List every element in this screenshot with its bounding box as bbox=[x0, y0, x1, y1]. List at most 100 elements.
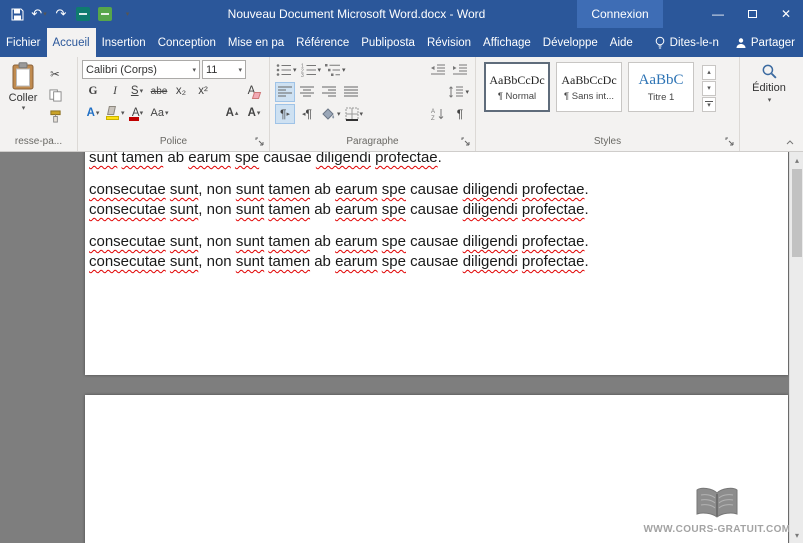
maximize-button[interactable] bbox=[735, 0, 769, 28]
tab-fichier[interactable]: Fichier bbox=[0, 28, 47, 57]
change-case-button[interactable]: Aa ▾ bbox=[150, 103, 170, 123]
subscript-button[interactable]: x₂ bbox=[171, 81, 191, 101]
show-marks-button[interactable]: ¶ bbox=[450, 104, 470, 124]
format-painter-button[interactable] bbox=[45, 107, 65, 125]
misspelled-word[interactable]: sunt bbox=[236, 201, 264, 218]
styles-gallery-more-button[interactable]: ▾ bbox=[702, 97, 716, 112]
misspelled-word[interactable]: sunt bbox=[236, 233, 264, 250]
tell-me-button[interactable]: Dites-le-n bbox=[646, 36, 727, 50]
scroll-up-button[interactable]: ▴ bbox=[790, 153, 803, 167]
misspelled-word[interactable]: tamen bbox=[268, 253, 310, 270]
misspelled-word[interactable]: spe bbox=[382, 181, 406, 198]
rtl-direction-button[interactable]: ◂ ¶ bbox=[297, 104, 317, 124]
collapse-ribbon-button[interactable] bbox=[783, 136, 797, 148]
multilevel-list-button[interactable]: ▾ bbox=[324, 60, 347, 80]
underline-button[interactable]: S ▾ bbox=[127, 81, 147, 101]
tab-revision[interactable]: Révision bbox=[421, 28, 477, 57]
customize-qat-button[interactable]: ▾ bbox=[118, 3, 136, 25]
styles-dialog-launcher[interactable] bbox=[724, 136, 735, 147]
misspelled-word[interactable]: profectae bbox=[522, 253, 585, 270]
tab-publipostage[interactable]: Publiposta bbox=[355, 28, 421, 57]
misspelled-word[interactable]: sunt bbox=[236, 181, 264, 198]
paragraph[interactable]: consecutae sunt, non sunt tamen ab earum… bbox=[89, 232, 668, 272]
undo-button[interactable]: ↶ ▾ bbox=[30, 3, 48, 25]
align-right-button[interactable] bbox=[319, 82, 339, 102]
misspelled-word[interactable]: sunt bbox=[170, 181, 198, 198]
misspelled-word[interactable]: tamen bbox=[268, 201, 310, 218]
bullets-button[interactable]: ▾ bbox=[275, 60, 298, 80]
paragraph-dialog-launcher[interactable] bbox=[460, 136, 471, 147]
misspelled-word[interactable]: earum bbox=[335, 233, 378, 250]
misspelled-word[interactable]: sunt bbox=[89, 152, 117, 166]
misspelled-word[interactable]: tamen bbox=[268, 233, 310, 250]
style-titre-1[interactable]: AaBbC Titre 1 bbox=[628, 62, 694, 112]
misspelled-word[interactable]: consecutae bbox=[89, 233, 166, 250]
grow-font-button[interactable]: A ▴ bbox=[222, 103, 242, 123]
misspelled-word[interactable]: sunt bbox=[170, 201, 198, 218]
scroll-down-button[interactable]: ▾ bbox=[790, 528, 803, 542]
copy-button[interactable] bbox=[45, 86, 65, 104]
paragraph[interactable]: sunt tamen ab earum spe causae diligendi… bbox=[89, 152, 668, 168]
tab-aide[interactable]: Aide bbox=[604, 28, 639, 57]
tab-reference[interactable]: Référence bbox=[290, 28, 355, 57]
misspelled-word[interactable]: profectae bbox=[522, 233, 585, 250]
misspelled-word[interactable]: tamen bbox=[122, 152, 164, 166]
misspelled-word[interactable]: diligendi bbox=[316, 152, 371, 166]
font-name-select[interactable]: Calibri (Corps) ▾ bbox=[82, 60, 200, 79]
misspelled-word[interactable]: diligendi bbox=[463, 181, 518, 198]
line-spacing-button[interactable]: ▾ bbox=[447, 82, 470, 102]
strikethrough-button[interactable]: abe bbox=[149, 81, 169, 101]
shading-button[interactable]: ▾ bbox=[319, 104, 342, 124]
tab-accueil[interactable]: Accueil bbox=[46, 28, 96, 57]
qat-addin-2-button[interactable] bbox=[96, 3, 114, 25]
redo-button[interactable]: ↷ bbox=[52, 3, 70, 25]
highlight-button[interactable]: ▾ bbox=[105, 103, 126, 123]
tab-conception[interactable]: Conception bbox=[152, 28, 222, 57]
misspelled-word[interactable]: profectae bbox=[522, 201, 585, 218]
misspelled-word[interactable]: diligendi bbox=[463, 233, 518, 250]
misspelled-word[interactable]: sunt bbox=[170, 233, 198, 250]
font-color-button[interactable]: A ▾ bbox=[128, 103, 148, 123]
misspelled-word[interactable]: consecutae bbox=[89, 253, 166, 270]
bold-button[interactable]: G bbox=[83, 81, 103, 101]
shrink-font-button[interactable]: A ▾ bbox=[244, 103, 264, 123]
misspelled-word[interactable]: profectae bbox=[375, 152, 438, 166]
editing-button[interactable]: Édition ▾ bbox=[742, 59, 796, 134]
minimize-button[interactable]: — bbox=[701, 0, 735, 28]
share-button[interactable]: Partager bbox=[727, 37, 803, 49]
misspelled-word[interactable]: earum bbox=[335, 181, 378, 198]
align-left-button[interactable] bbox=[275, 82, 295, 102]
tab-mise-en-page[interactable]: Mise en pa bbox=[222, 28, 290, 57]
misspelled-word[interactable]: spe bbox=[382, 253, 406, 270]
document-page-1[interactable]: sunt tamen ab earum spe causae diligendi… bbox=[85, 152, 788, 375]
misspelled-word[interactable]: profectae bbox=[522, 181, 585, 198]
misspelled-word[interactable]: consecutae bbox=[89, 181, 166, 198]
align-center-button[interactable] bbox=[297, 82, 317, 102]
paste-button[interactable]: Coller ▾ bbox=[2, 59, 44, 134]
tab-developpeur[interactable]: Développe bbox=[537, 28, 604, 57]
paragraph[interactable]: consecutae sunt, non sunt tamen ab earum… bbox=[89, 180, 668, 220]
increase-indent-button[interactable] bbox=[450, 60, 470, 80]
style-normal[interactable]: AaBbCcDc ¶ Normal bbox=[484, 62, 550, 112]
qat-addin-1-button[interactable] bbox=[74, 3, 92, 25]
misspelled-word[interactable]: tamen bbox=[268, 181, 310, 198]
tab-insertion[interactable]: Insertion bbox=[96, 28, 152, 57]
signin-button[interactable]: Connexion bbox=[577, 0, 663, 28]
numbering-button[interactable]: 1 2 3 ▾ bbox=[300, 60, 323, 80]
misspelled-word[interactable]: earum bbox=[335, 253, 378, 270]
text-effects-button[interactable]: A ▾ bbox=[83, 103, 103, 123]
misspelled-word[interactable]: sunt bbox=[170, 253, 198, 270]
decrease-indent-button[interactable] bbox=[428, 60, 448, 80]
misspelled-word[interactable]: spe bbox=[235, 152, 259, 166]
vertical-scrollbar[interactable]: ▴ ▾ bbox=[789, 152, 803, 543]
misspelled-word[interactable]: sunt bbox=[236, 253, 264, 270]
clear-formatting-button[interactable]: A bbox=[244, 81, 264, 101]
sort-button[interactable]: AZ bbox=[428, 104, 448, 124]
italic-button[interactable]: I bbox=[105, 81, 125, 101]
borders-button[interactable]: ▾ bbox=[344, 104, 365, 124]
font-size-select[interactable]: 11 ▾ bbox=[202, 60, 246, 79]
close-button[interactable]: ✕ bbox=[769, 0, 803, 28]
misspelled-word[interactable]: consecutae bbox=[89, 201, 166, 218]
font-dialog-launcher[interactable] bbox=[254, 136, 265, 147]
misspelled-word[interactable]: diligendi bbox=[463, 253, 518, 270]
